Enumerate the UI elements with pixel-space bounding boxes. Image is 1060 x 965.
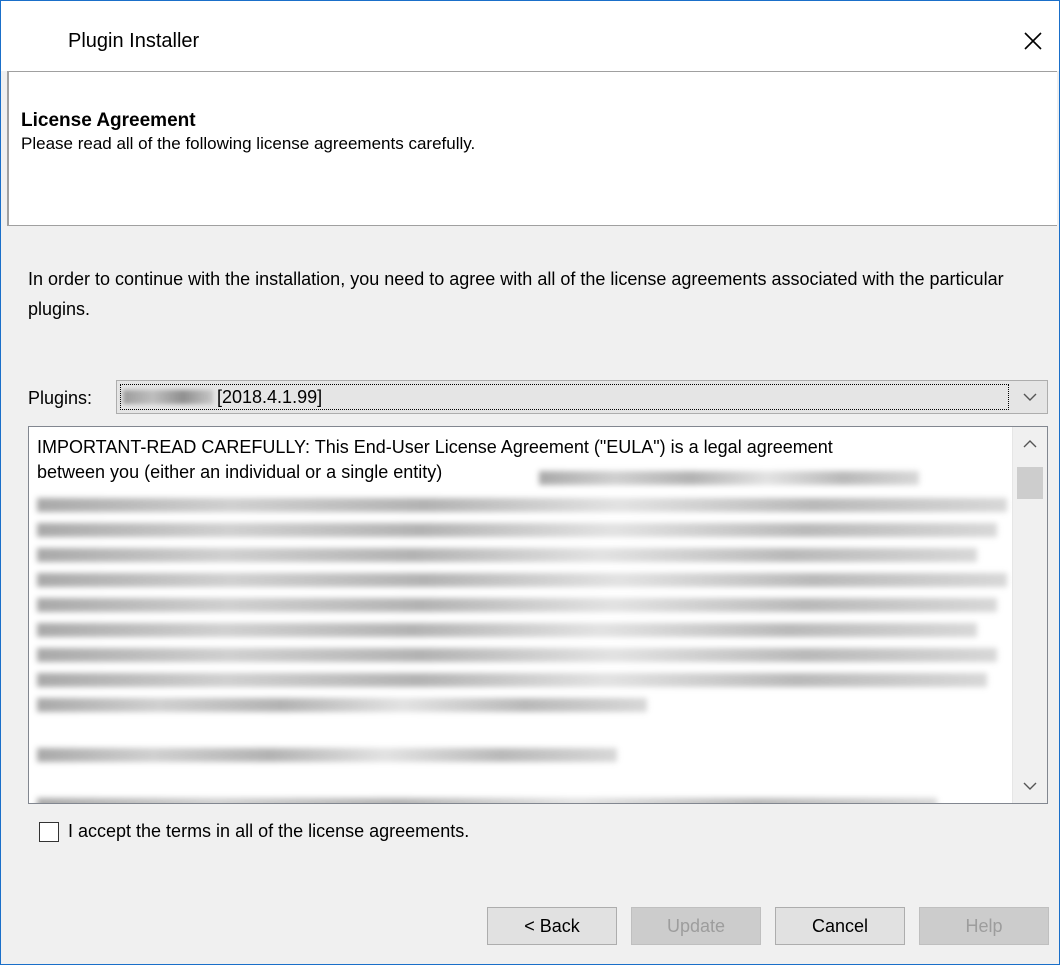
page-title: License Agreement	[21, 110, 196, 131]
redacted-text	[37, 623, 977, 637]
intro-text: In order to continue with the installati…	[28, 269, 1004, 319]
license-scrollbar[interactable]	[1012, 427, 1047, 803]
plugins-dropdown[interactable]: [2018.4.1.99]	[116, 380, 1048, 414]
redacted-text	[37, 798, 937, 803]
license-line-1: IMPORTANT-READ CAREFULLY: This End-User …	[37, 437, 833, 457]
close-button[interactable]	[1007, 17, 1059, 65]
chevron-down-icon	[1023, 393, 1037, 401]
redacted-plugin-name	[123, 390, 213, 404]
plugins-selected-value: [2018.4.1.99]	[217, 387, 323, 407]
redacted-text	[37, 598, 997, 612]
plugins-label: Plugins:	[28, 388, 93, 408]
scroll-up-button[interactable]	[1013, 427, 1047, 461]
back-button[interactable]: < Back	[487, 907, 617, 945]
update-button[interactable]: Update	[631, 907, 761, 945]
close-icon	[1024, 32, 1042, 50]
accept-checkbox[interactable]	[39, 821, 59, 842]
redacted-text	[37, 698, 647, 712]
installer-window: Plugin Installer License Agreement Pleas…	[0, 0, 1060, 965]
scroll-down-button[interactable]	[1013, 769, 1047, 803]
redacted-text	[539, 471, 919, 485]
redacted-text	[37, 573, 1007, 587]
window-title: Plugin Installer	[68, 30, 200, 52]
page-subtitle: Please read all of the following license…	[21, 134, 476, 153]
header-panel: License Agreement Please read all of the…	[7, 71, 1057, 226]
title-bar: Plugin Installer	[1, 1, 1059, 71]
help-button[interactable]: Help	[919, 907, 1049, 945]
chevron-down-icon	[1023, 782, 1037, 790]
accept-row: I accept the terms in all of the license…	[39, 821, 469, 842]
redacted-text	[37, 523, 997, 537]
dropdown-arrow[interactable]	[1013, 381, 1047, 413]
accept-label[interactable]: I accept the terms in all of the license…	[68, 821, 469, 842]
chevron-up-icon	[1023, 440, 1037, 448]
redacted-text	[37, 548, 977, 562]
redacted-text	[37, 648, 997, 662]
scroll-thumb[interactable]	[1017, 467, 1043, 499]
redacted-text	[37, 673, 987, 687]
license-text-box[interactable]: IMPORTANT-READ CAREFULLY: This End-User …	[28, 426, 1048, 804]
redacted-text	[37, 498, 1007, 512]
cancel-button[interactable]: Cancel	[775, 907, 905, 945]
redacted-text	[37, 748, 617, 762]
